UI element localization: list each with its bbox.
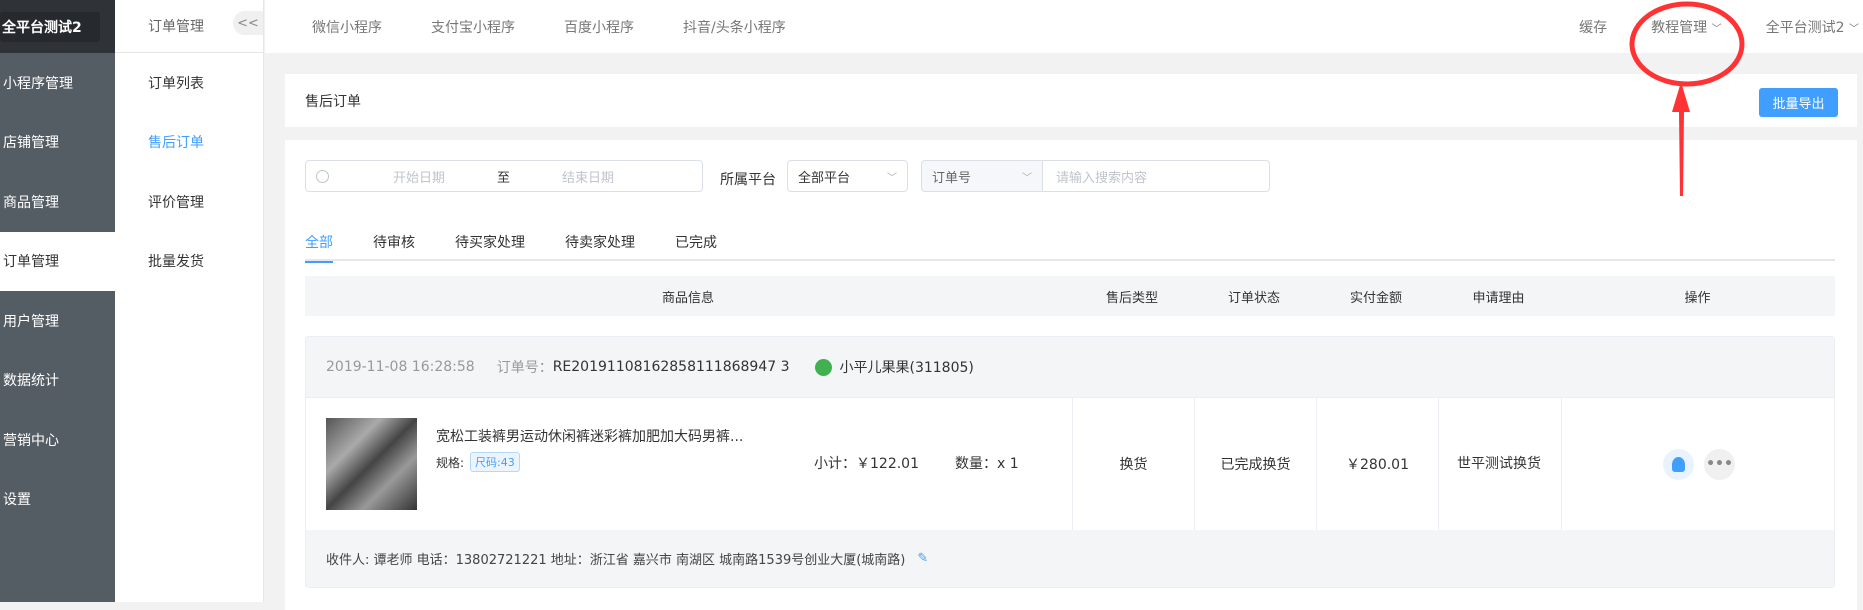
annotation-overlay bbox=[1629, 1, 1745, 196]
annotation-circle bbox=[1629, 1, 1745, 87]
annotation-arrow bbox=[1672, 82, 1690, 196]
